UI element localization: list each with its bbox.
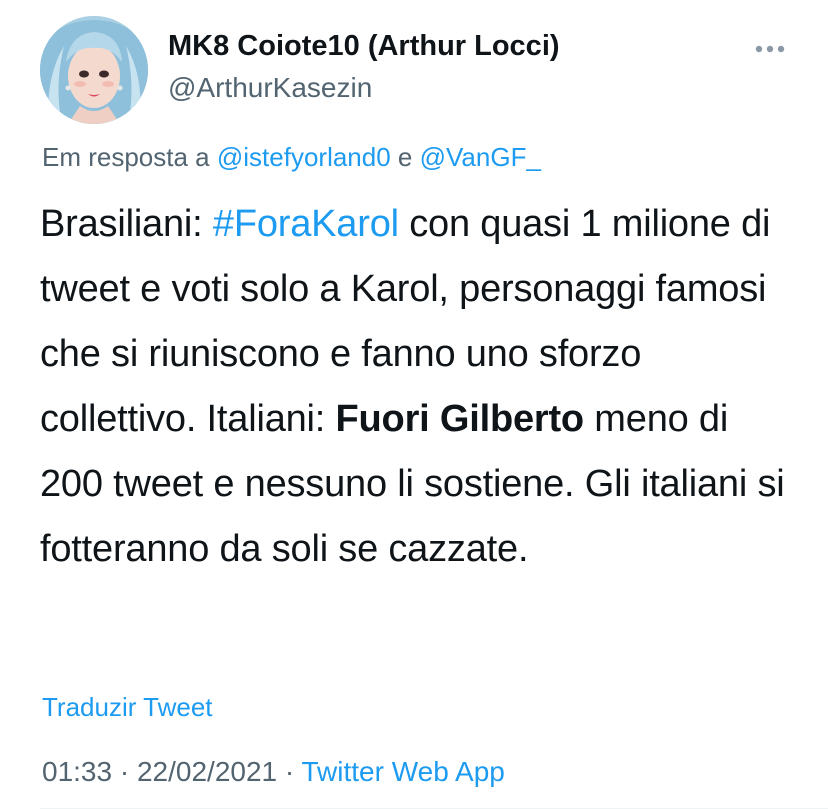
more-options-button[interactable] <box>748 36 792 62</box>
avatar[interactable] <box>40 16 148 124</box>
more-horizontal-icon <box>755 45 785 53</box>
user-handle[interactable]: @ArthurKasezin <box>168 72 372 104</box>
meta-separator: · <box>112 756 137 787</box>
reply-conjunction: e <box>397 142 413 172</box>
tweet-time[interactable]: 01:33 <box>42 756 112 787</box>
tweet-bold-text: Fuori Gilberto <box>335 398 585 440</box>
meta-separator: · <box>277 756 302 787</box>
tweet-detail: MK8 Coiote10 (Arthur Locci) @ArthurKasez… <box>0 0 828 809</box>
top-edge <box>0 0 828 6</box>
tweet-metadata: 01:33 · 22/02/2021 · Twitter Web App <box>42 756 505 788</box>
mention-link[interactable]: @istefyorland0 <box>217 142 391 172</box>
tweet-text: Brasiliani: #ForaKarol con quasi 1 milio… <box>40 192 800 582</box>
hashtag-link[interactable]: #ForaKarol <box>213 203 399 245</box>
tweet-source-link[interactable]: Twitter Web App <box>302 756 505 787</box>
tweet-text-part: Brasiliani: <box>40 203 213 245</box>
display-name[interactable]: MK8 Coiote10 (Arthur Locci) <box>168 30 560 63</box>
reply-context: Em resposta a @istefyorland0 e @VanGF_ <box>42 142 541 173</box>
profile-photo-icon <box>40 16 148 124</box>
tweet-date[interactable]: 22/02/2021 <box>137 756 277 787</box>
reply-prefix: Em resposta a <box>42 142 210 172</box>
mention-link[interactable]: @VanGF_ <box>420 142 541 172</box>
translate-tweet-link[interactable]: Traduzir Tweet <box>42 692 213 723</box>
